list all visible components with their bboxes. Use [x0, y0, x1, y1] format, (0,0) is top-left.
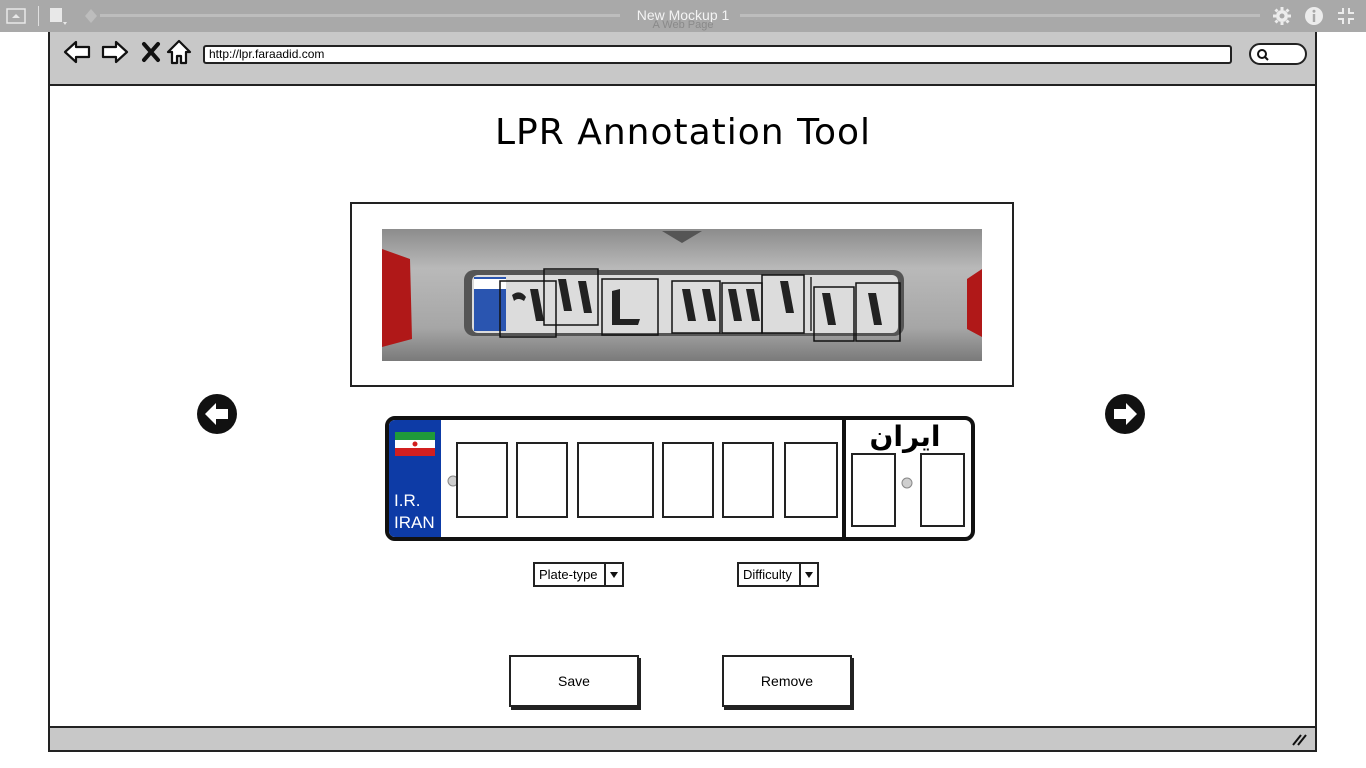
plate-country-code: I.R. IRAN [394, 490, 435, 534]
plate-type-dropdown[interactable]: Plate-type [533, 562, 624, 587]
address-bar[interactable]: http://lpr.faraadid.com [203, 45, 1232, 64]
back-arrow-icon[interactable] [62, 38, 92, 66]
remove-button[interactable]: Remove [722, 655, 852, 707]
arrow-left-circle-icon[interactable] [196, 393, 238, 435]
app-subtitle: A Web Page [652, 19, 714, 31]
info-icon[interactable] [1303, 5, 1325, 27]
plate-country-strip: I.R. IRAN [389, 420, 441, 537]
page-title: LPR Annotation Tool [494, 112, 871, 153]
resize-grip-icon[interactable] [1291, 732, 1307, 746]
chevron-down-icon[interactable] [604, 564, 622, 585]
character-slot-letter[interactable] [577, 442, 654, 518]
difficulty-label: Difficulty [743, 567, 792, 582]
region-slot-2[interactable] [920, 453, 965, 527]
close-icon[interactable] [136, 38, 166, 66]
arrow-right-circle-icon[interactable] [1104, 393, 1146, 435]
app-title-bar: New Mockup 1 A Web Page [0, 0, 1366, 32]
region-slot-1[interactable] [851, 453, 896, 527]
plate-country-name: ایران [869, 420, 941, 453]
search-field[interactable] [1249, 43, 1307, 65]
character-slot-5[interactable] [784, 442, 838, 518]
plate-divider [842, 420, 846, 537]
plate-type-label: Plate-type [539, 567, 598, 582]
character-slot-4[interactable] [722, 442, 774, 518]
forward-arrow-icon[interactable] [100, 38, 130, 66]
license-plate-photo [382, 229, 982, 361]
collapse-icon[interactable] [1335, 5, 1357, 27]
plate-country-code-line1: I.R. [394, 491, 421, 510]
save-button[interactable]: Save [509, 655, 639, 707]
character-slot-3[interactable] [662, 442, 714, 518]
search-icon [1257, 49, 1269, 61]
gear-icon[interactable] [1271, 5, 1293, 27]
status-bar [50, 726, 1315, 750]
difficulty-dropdown[interactable]: Difficulty [737, 562, 819, 587]
browser-toolbar: http://lpr.faraadid.com [50, 32, 1315, 86]
iran-flag-icon [395, 432, 435, 456]
chevron-down-icon[interactable] [799, 564, 817, 585]
plate-country-code-line2: IRAN [394, 513, 435, 532]
bolt-icon [901, 477, 913, 489]
character-slot-2[interactable] [516, 442, 568, 518]
home-icon[interactable] [164, 38, 194, 66]
plate-annotation-template: I.R. IRAN ایران [385, 416, 975, 541]
character-slot-1[interactable] [456, 442, 508, 518]
